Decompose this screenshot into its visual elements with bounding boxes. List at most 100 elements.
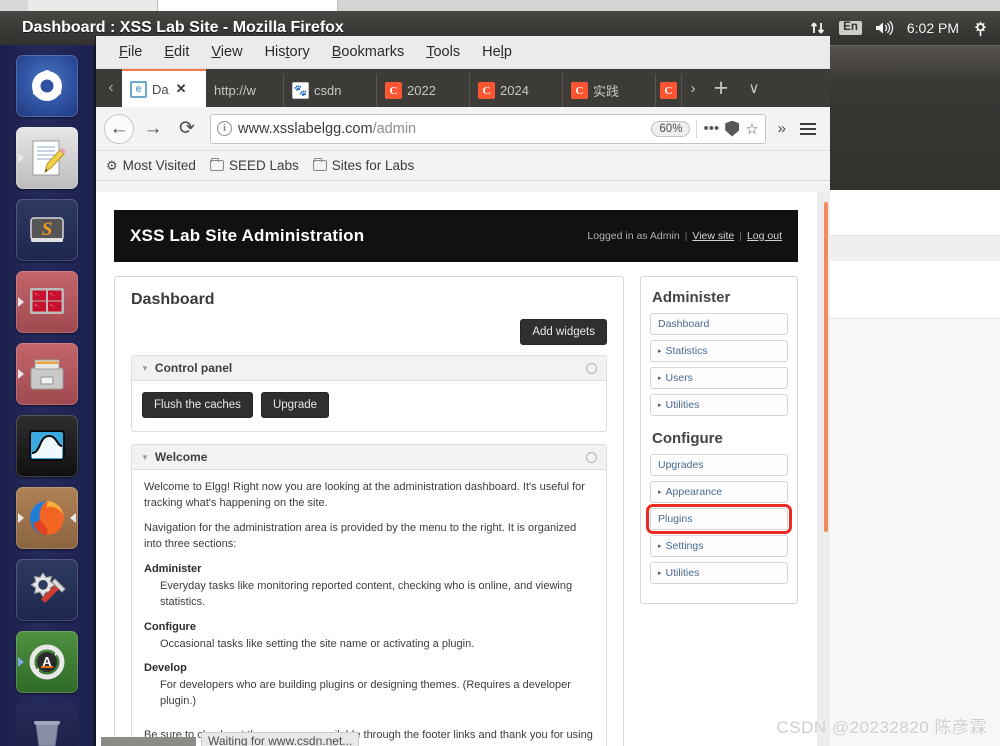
- tab-scroll-right-button[interactable]: ›: [682, 69, 704, 107]
- upgrade-button[interactable]: Upgrade: [260, 392, 330, 418]
- sidebar-item-label: Dashboard: [658, 318, 710, 330]
- tab-2022[interactable]: C 2022: [377, 74, 470, 107]
- tab-partial[interactable]: C: [656, 74, 682, 107]
- bookmark-most-visited[interactable]: ⚙ Most Visited: [106, 158, 196, 174]
- tab-label: Da: [152, 81, 169, 97]
- collapse-caret-icon[interactable]: ▼: [141, 453, 149, 462]
- launcher-item-wireshark[interactable]: [16, 415, 78, 477]
- log-out-link[interactable]: Log out: [747, 230, 782, 242]
- focused-indicator: [70, 513, 76, 523]
- menu-tools[interactable]: Tools: [415, 40, 471, 64]
- sidebar-item-upgrades[interactable]: Upgrades: [650, 454, 788, 476]
- tab-dashboard[interactable]: e Da ✕: [122, 69, 206, 107]
- menu-bookmarks[interactable]: Bookmarks: [321, 40, 416, 64]
- app-menu-button[interactable]: [794, 122, 822, 135]
- welcome-term-administer: Administer: [144, 562, 202, 575]
- chevron-right-icon: ▸: [658, 348, 662, 355]
- add-widgets-button[interactable]: Add widgets: [520, 319, 607, 345]
- svg-text:>_: >_: [35, 303, 40, 308]
- elgg-favicon-icon: e: [130, 80, 147, 98]
- launcher-item-firefox[interactable]: [16, 487, 78, 549]
- menu-help[interactable]: Help: [471, 40, 523, 64]
- csdn-favicon-icon: C: [660, 82, 677, 99]
- pocket-shield-icon[interactable]: [725, 120, 740, 137]
- chevron-right-icon: ▸: [658, 570, 662, 577]
- launcher-item-software-updater[interactable]: A: [16, 631, 78, 693]
- widget-title: Control panel: [154, 361, 233, 375]
- back-button[interactable]: ←: [104, 113, 134, 144]
- csdn-favicon-icon: C: [385, 82, 402, 99]
- wireshark-icon: [29, 430, 65, 461]
- tab-http[interactable]: http://w: [206, 74, 284, 107]
- view-site-link[interactable]: View site: [692, 230, 734, 242]
- sidebar-item-statistics[interactable]: ▸ Statistics: [650, 340, 788, 362]
- bookmark-star-icon[interactable]: ☆: [745, 120, 758, 138]
- tab-shijian[interactable]: C 实践: [563, 74, 656, 107]
- toolbar-overflow-button[interactable]: »: [774, 120, 790, 137]
- running-indicator: [18, 297, 24, 307]
- screen: Dashboard : XSS Lab Site - Mozilla Firef…: [0, 0, 1000, 746]
- launcher-item-terminal[interactable]: >_ >_ >_ >_: [16, 271, 78, 333]
- list-all-tabs-button[interactable]: ∨: [738, 69, 770, 107]
- page-scrollbar[interactable]: [817, 192, 830, 746]
- widget-header[interactable]: ▼ Control panel: [132, 356, 606, 381]
- forward-button[interactable]: →: [138, 114, 168, 144]
- launcher-item-sublime-text[interactable]: S: [16, 199, 78, 261]
- collapse-caret-icon[interactable]: ▼: [141, 364, 149, 373]
- address-bar[interactable]: i www.xsslabelgg.com/admin 60% ••• ☆: [210, 113, 766, 144]
- keyboard-layout-indicator[interactable]: En: [839, 20, 862, 36]
- launcher-item-text-editor[interactable]: [16, 127, 78, 189]
- new-tab-button[interactable]: +: [704, 69, 738, 107]
- firefox-icon: [30, 501, 64, 535]
- tab-2024[interactable]: C 2024: [470, 74, 563, 107]
- status-text: Waiting for www.csdn.net...: [201, 732, 360, 746]
- zoom-level-badge[interactable]: 60%: [651, 120, 691, 137]
- close-icon[interactable]: ✕: [176, 81, 187, 97]
- page-actions-icon[interactable]: •••: [703, 120, 719, 137]
- sidebar-item-plugins[interactable]: Plugins: [646, 504, 792, 534]
- volume-icon[interactable]: [875, 20, 894, 36]
- launcher-item-trash[interactable]: [16, 703, 78, 746]
- menu-file[interactable]: File: [108, 40, 153, 64]
- reload-button[interactable]: ⟳: [172, 114, 202, 144]
- admin-menu-sidebar: Administer Dashboard ▸ Statistics ▸ User…: [640, 276, 798, 604]
- welcome-paragraph-2: Navigation for the administration area i…: [144, 521, 577, 550]
- sidebar-item-users[interactable]: ▸ Users: [650, 367, 788, 389]
- widget-settings-icon[interactable]: [586, 362, 597, 374]
- tab-scroll-left-button[interactable]: ‹: [100, 69, 122, 107]
- sidebar-item-dashboard[interactable]: Dashboard: [650, 313, 788, 335]
- site-info-icon[interactable]: i: [217, 121, 232, 136]
- launcher-item-file-manager[interactable]: [16, 343, 78, 405]
- network-up-down-icon[interactable]: [810, 20, 826, 36]
- flush-caches-button[interactable]: Flush the caches: [142, 392, 253, 418]
- menu-view[interactable]: View: [200, 40, 253, 64]
- launcher-item-system-settings[interactable]: [16, 559, 78, 621]
- welcome-text: Welcome to Elgg! Right now you are looki…: [132, 470, 606, 746]
- sidebar-item-settings[interactable]: ▸ Settings: [650, 535, 788, 557]
- site-header: XSS Lab Site Administration Logged in as…: [114, 210, 798, 262]
- clock[interactable]: 6:02 PM: [907, 20, 959, 36]
- url-path: /admin: [372, 120, 417, 137]
- menu-history[interactable]: History: [254, 40, 321, 64]
- page-scrollbar-thumb[interactable]: [824, 202, 828, 532]
- sidebar-item-label: Upgrades: [658, 459, 704, 471]
- tab-csdn-home[interactable]: 🐾 csdn: [284, 74, 377, 107]
- widget-header[interactable]: ▼ Welcome: [132, 445, 606, 470]
- sidebar-item-label: Appearance: [665, 486, 723, 498]
- widget-settings-icon[interactable]: [586, 451, 597, 463]
- sidebar-item-utilities-configure[interactable]: ▸ Utilities: [650, 562, 788, 584]
- svg-text:S: S: [42, 219, 53, 240]
- csdn-favicon-icon: C: [571, 82, 588, 99]
- bookmark-sites-for-labs[interactable]: Sites for Labs: [312, 158, 414, 173]
- sidebar-item-utilities-administer[interactable]: ▸ Utilities: [650, 394, 788, 416]
- control-panel-buttons: Flush the caches Upgrade: [142, 392, 596, 418]
- gear-icon[interactable]: [972, 20, 989, 37]
- bookmark-seed-labs[interactable]: SEED Labs: [209, 158, 299, 173]
- menu-edit[interactable]: Edit: [153, 40, 200, 64]
- status-progress-block: [101, 737, 196, 746]
- widget-title: Welcome: [154, 450, 208, 464]
- sidebar-item-label: Plugins: [658, 513, 693, 525]
- sidebar-item-appearance[interactable]: ▸ Appearance: [650, 481, 788, 503]
- chevron-right-icon: ▸: [658, 543, 662, 550]
- launcher-item-ubuntu-dash[interactable]: [16, 55, 78, 117]
